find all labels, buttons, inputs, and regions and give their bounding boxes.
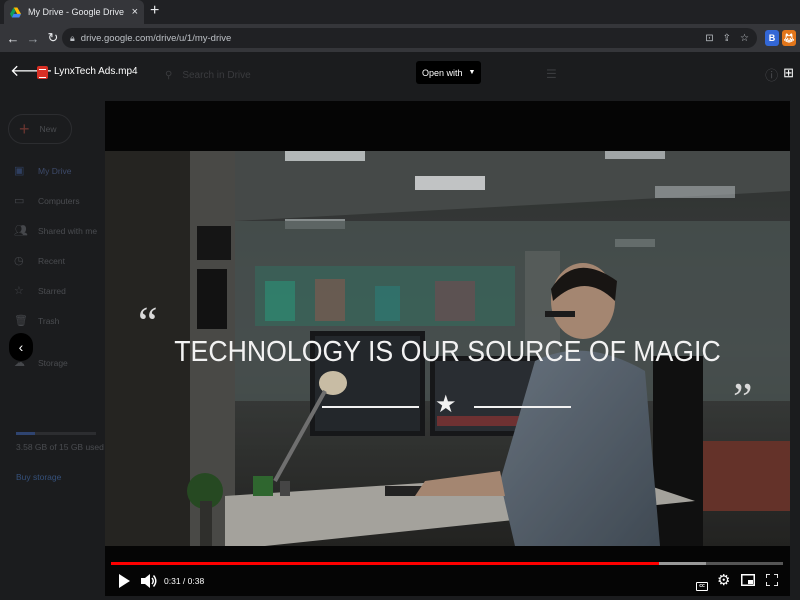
viewer-actions: ⓘ ⊞	[765, 65, 794, 84]
storage-bar-fill	[16, 432, 36, 435]
install-app-icon[interactable]: ⊡	[705, 33, 713, 44]
sidebar-item-label: Recent	[38, 255, 65, 266]
forward-arrow-icon[interactable]: →	[23, 31, 43, 46]
sidebar-item-trash: 🗑︎ Trash	[14, 314, 59, 327]
chevron-down-icon: ▼	[468, 69, 476, 76]
sidebar-item-label: Storage	[38, 357, 68, 368]
new-button: + New	[8, 114, 72, 144]
viewer-header: 🡐 LynxTech Ads.mp4 Open with ▼ ⓘ ⊞	[0, 52, 800, 94]
info-icon[interactable]: ⓘ	[765, 65, 778, 84]
sidebar-item-starred: ☆ Starred	[14, 284, 66, 297]
bookmark-star-icon[interactable]: ☆	[740, 33, 749, 44]
progress-buffered	[659, 562, 706, 565]
my-drive-icon: ▣	[14, 165, 25, 177]
address-url[interactable]: drive.google.com/drive/u/1/my-drive	[81, 33, 231, 44]
sidebar-item-label: My Drive	[38, 165, 72, 176]
video-frame[interactable]: “ TECHNOLOGY IS OUR SOURCE OF MAGIC ★ ”	[105, 151, 790, 546]
extension-metamask-icon[interactable]: 🦊︎	[782, 30, 796, 46]
shared-icon: 👥︎	[14, 225, 28, 237]
playback-time: 0:31 / 0:38	[164, 576, 205, 586]
divider-line-left	[322, 406, 419, 408]
google-drive-favicon-icon	[10, 6, 21, 18]
storage-usage-text: 3.58 GB of 15 GB used	[16, 442, 104, 452]
tab-strip: My Drive - Google Drive × +	[0, 0, 800, 24]
file-name: LynxTech Ads.mp4	[54, 66, 138, 77]
quote-close-mark: ”	[733, 374, 753, 423]
buy-storage-link: Buy storage	[16, 472, 62, 482]
previous-file-button[interactable]: ‹	[9, 333, 33, 361]
video-file-icon	[37, 66, 48, 79]
fullscreen-icon[interactable]	[766, 574, 778, 586]
computers-icon: ▭	[14, 195, 25, 207]
star-icon: ★	[435, 391, 457, 418]
share-icon[interactable]: ⇪	[723, 33, 731, 44]
open-with-label: Open with	[422, 67, 463, 78]
tab-close-icon[interactable]: ×	[132, 6, 138, 18]
play-icon[interactable]	[118, 574, 130, 588]
progress-played	[111, 562, 660, 565]
reload-icon[interactable]: ↻	[43, 30, 63, 46]
sidebar-item-label: Computers	[38, 195, 80, 206]
sidebar-item-label: Shared with me	[38, 225, 98, 236]
browser-toolbar: ← → ↻ 🔒︎ drive.google.com/drive/u/1/my-d…	[0, 24, 800, 52]
player-controls: 0:31 / 0:38 cc ⚙	[105, 569, 790, 593]
open-with-button[interactable]: Open with ▼	[416, 61, 482, 84]
extension-bitwarden-icon[interactable]: B	[765, 30, 779, 46]
plus-icon: +	[19, 118, 30, 139]
sidebar-item-label: Trash	[38, 315, 60, 326]
tab-title: My Drive - Google Drive	[28, 7, 125, 17]
new-label: New	[39, 124, 57, 134]
clock-icon: ◷	[14, 255, 24, 267]
sidebar-item-shared: 👥︎ Shared with me	[14, 224, 97, 237]
star-icon: ☆	[14, 285, 24, 297]
add-to-drive-icon[interactable]: ⊞	[783, 65, 794, 84]
trash-icon: 🗑︎	[14, 315, 28, 327]
sidebar-item-label: Starred	[38, 285, 66, 296]
video-player[interactable]: “ TECHNOLOGY IS OUR SOURCE OF MAGIC ★ ” …	[105, 101, 790, 596]
sidebar-item-computers: ▭ Computers	[14, 194, 80, 207]
back-arrow-icon[interactable]: ←	[3, 31, 23, 46]
browser-tab[interactable]: My Drive - Google Drive ×	[4, 0, 144, 24]
sidebar-item-my-drive: ▣ My Drive	[14, 164, 72, 177]
chevron-left-icon: ‹	[18, 339, 24, 355]
new-tab-button[interactable]: +	[150, 3, 159, 19]
address-bar[interactable]: 🔒︎ drive.google.com/drive/u/1/my-drive ⊡…	[62, 28, 757, 48]
settings-gear-icon[interactable]: ⚙	[717, 571, 730, 589]
storage-bar	[16, 432, 96, 435]
divider-line-right	[474, 406, 571, 408]
video-headline-text: TECHNOLOGY IS OUR SOURCE OF MAGIC	[174, 336, 721, 368]
progress-bar[interactable]	[111, 562, 783, 565]
lock-icon: 🔒︎	[70, 32, 75, 43]
miniplayer-icon[interactable]	[741, 574, 755, 586]
sidebar-item-recent: ◷ Recent	[14, 254, 65, 267]
captions-icon[interactable]: cc	[696, 574, 708, 592]
volume-icon[interactable]	[141, 574, 157, 588]
